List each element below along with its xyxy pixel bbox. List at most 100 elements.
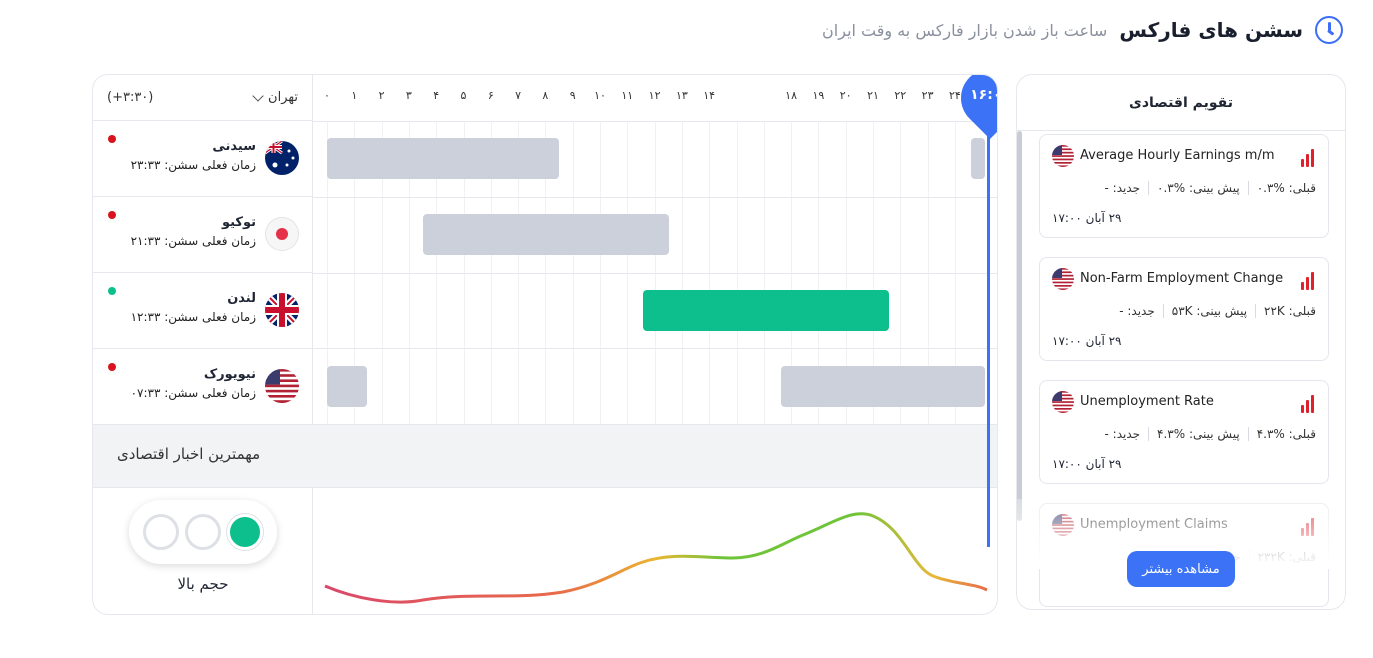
volume-label: حجم بالا [177,575,229,593]
clock-icon [1315,16,1343,44]
page-title: سشن های فارکس [1119,18,1303,42]
hour-label: ۲۱ [867,89,879,102]
page-subtitle: ساعت باز شدن بازار فارکس به وقت ایران [822,20,1108,40]
session-timeline: ۰۱۲۳۴۵۶۷۸۹۱۰۱۱۱۲۱۳۱۴۱۸۱۹۲۰۲۱۲۲۲۳۲۴ ۱۶:۰۳ [313,75,997,614]
usa-flag-icon [1052,391,1074,413]
session-name: توکیو [221,215,256,230]
volume-curve [324,512,988,604]
session-bar-sydney [327,138,559,179]
event-date: ۲۹ آبان ۱۷:۰۰ [1052,211,1122,225]
hour-label: ۱۲ [648,89,661,102]
usa-flag-icon [1052,145,1074,167]
australia-flag-icon [265,141,299,175]
hour-label: ۱ [351,89,358,102]
session-bar-london [643,290,889,331]
volume-indicator [129,500,277,564]
hour-label: ۲۴ [948,89,961,102]
event-prev: قبلی: %۴.۳ [1247,427,1316,441]
event-date: ۲۹ آبان ۱۷:۰۰ [1052,457,1122,471]
event-forecast: پیش بینی: ۵۳K [1162,304,1247,318]
event-actual: جدید: - [1104,427,1141,441]
hour-label: ۱۴ [703,89,716,102]
more-button[interactable]: مشاهده بیشتر [1127,551,1235,587]
hour-label: ۴ [433,89,440,102]
session-row-newyork: نیویورک زمان فعلی سشن: ۰۷:۳۳ [93,349,313,424]
session-time: زمان فعلی سشن: ۱۲:۳۳ [130,310,256,324]
calendar-event[interactable]: Non-Farm Employment Change قبلی: ۲۲K پیش ب… [1039,257,1329,361]
status-dot [108,211,116,219]
timezone-offset: (+۳:۳۰) [107,90,154,105]
hour-label: ۱۰ [594,89,606,102]
volume-light-medium [185,514,221,550]
hour-label: ۱۹ [812,89,825,102]
session-name: لندن [227,291,256,306]
impact-high-icon [1301,149,1314,167]
event-title: Unemployment Rate [1080,394,1214,409]
calendar-event[interactable]: Average Hourly Earnings m/m قبلی: %۰.۳ پیش… [1039,134,1329,238]
timezone-row: (+۳:۳۰) تهران [93,75,312,121]
hour-label: ۶ [487,89,494,102]
hour-label: ۱۱ [621,89,634,102]
status-dot [108,363,116,371]
hour-label: ۳ [405,89,412,102]
event-title: Average Hourly Earnings m/m [1080,148,1275,163]
event-values: قبلی: %۰.۳ پیش بینی: %۰.۳ جدید: - [1052,181,1316,195]
impact-high-icon [1301,272,1314,290]
hour-label: ۱۳ [675,89,688,102]
session-row-london: لندن زمان فعلی سشن: ۱۲:۳۳ [93,273,313,349]
chevron-down-icon [252,89,264,102]
hour-label: ۲۰ [839,89,852,102]
session-time: زمان فعلی سشن: ۲۱:۳۳ [130,234,256,248]
impact-high-icon [1301,395,1314,413]
event-actual: جدید: - [1104,181,1141,195]
timezone-city: تهران [268,90,298,105]
event-forecast: پیش بینی: %۴.۳ [1148,427,1240,441]
hour-label: ۸ [542,89,549,102]
calendar-title: تقویم اقتصادی [1017,75,1345,131]
event-date: ۲۹ آبان ۱۷:۰۰ [1052,334,1122,348]
status-dot [108,287,116,295]
page-header: سشن های فارکس ساعت باز شدن بازار فارکس ب… [822,16,1343,44]
session-row-sydney: سیدنی زمان فعلی سشن: ۲۳:۳۳ [93,121,313,197]
hour-label: ۰ [324,89,330,102]
hour-label: ۲ [378,89,385,102]
usa-flag-icon [265,369,299,403]
session-time: زمان فعلی سشن: ۲۳:۳۳ [130,158,256,172]
usa-flag-icon [1052,268,1074,290]
event-values: قبلی: ۲۲K پیش بینی: ۵۳K جدید: - [1052,304,1316,318]
event-prev: قبلی: %۰.۳ [1247,181,1316,195]
calendar-scrollbar[interactable] [1017,131,1022,521]
event-actual: جدید: - [1119,304,1155,318]
current-time-label: ۱۶:۰۳ [970,87,997,103]
event-title: Non-Farm Employment Change [1080,271,1284,286]
session-time: زمان فعلی سشن: ۰۷:۳۳ [130,386,256,400]
session-name: نیویورک [203,367,256,382]
economic-calendar: تقویم اقتصادی Average Hourly Earnings m/… [1016,74,1346,610]
session-name: سیدنی [212,139,256,154]
volume-light-high [227,514,263,550]
hour-label: ۹ [569,89,576,102]
session-row-tokyo: توکیو زمان فعلی سشن: ۲۱:۳۳ [93,197,313,273]
volume-light-low [143,514,179,550]
hour-label: ۷ [515,89,522,102]
current-time-marker [948,75,997,140]
hour-label: ۵ [460,89,467,102]
calendar-event[interactable]: Unemployment Rate قبلی: %۴.۳ پیش بینی: %۴.… [1039,380,1329,484]
hour-label: ۲۲ [894,89,907,102]
event-values: قبلی: %۴.۳ پیش بینی: %۴.۳ جدید: - [1052,427,1316,441]
current-time-line [987,127,990,547]
session-bar-sydney-cont [971,138,985,179]
session-bar-newyork [327,366,367,407]
hour-label: ۲۳ [921,89,934,102]
news-label: مهمترین اخبار اقتصادی [117,445,261,463]
event-prev: قبلی: ۲۲K [1255,304,1316,318]
session-bar-newyork-cont [781,366,985,407]
uk-flag-icon [265,293,299,327]
session-bar-tokyo [423,214,669,255]
sessions-panel: (+۳:۳۰) تهران سیدنی زمان فعلی سشن: ۲۳:۳۳… [92,74,998,615]
hour-label: ۱۸ [785,89,798,102]
timezone-select[interactable]: تهران [252,89,298,105]
event-forecast: پیش بینی: %۰.۳ [1148,181,1240,195]
japan-flag-icon [265,217,299,251]
status-dot [108,135,116,143]
